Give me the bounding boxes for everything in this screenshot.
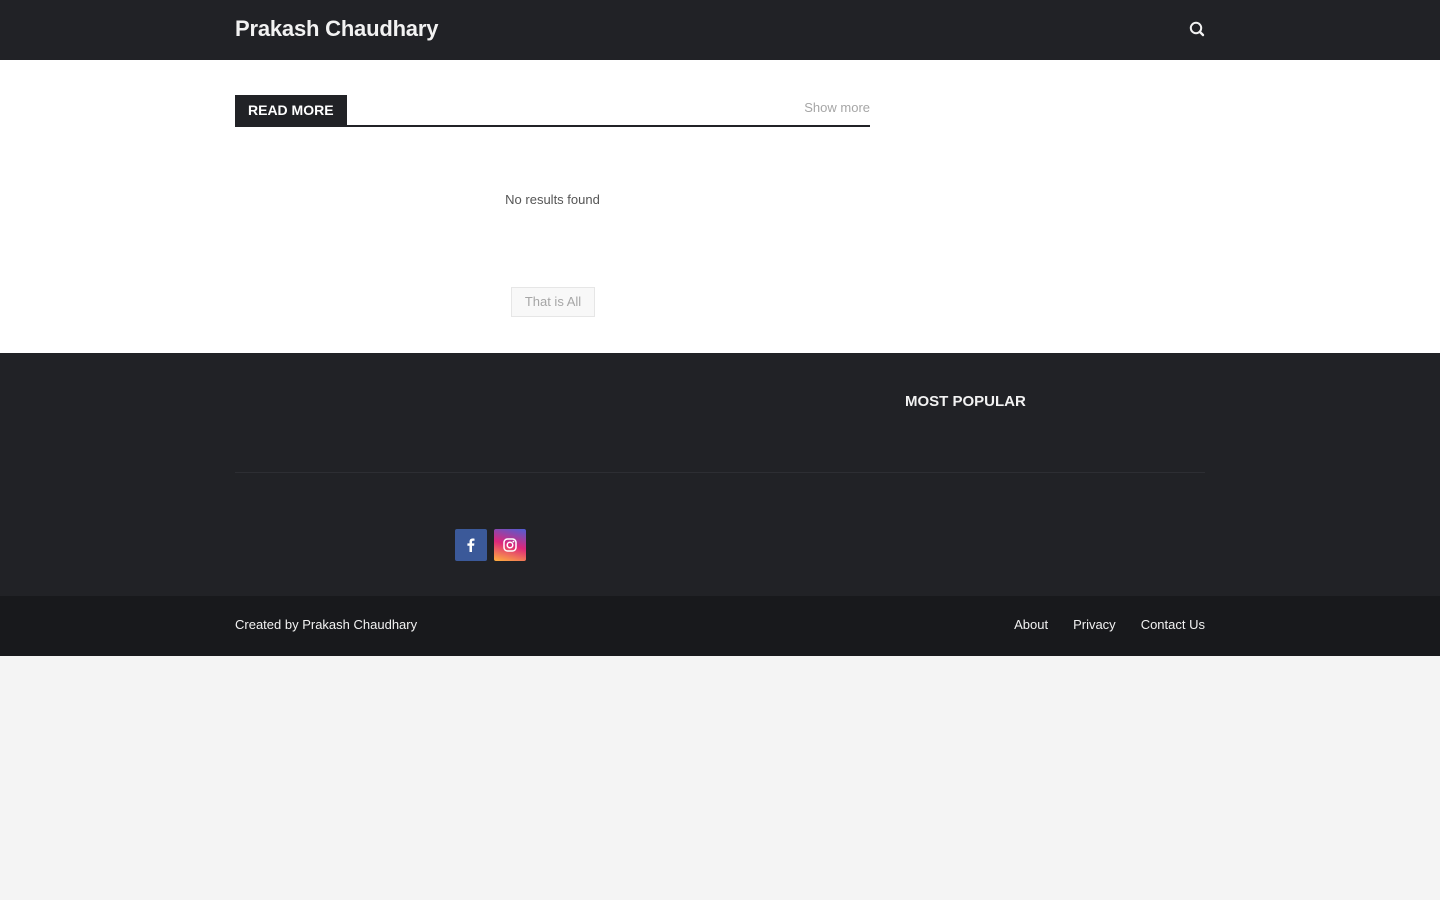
site-footer: MOST POPULAR [0,353,1440,596]
search-icon [1189,21,1205,37]
that-is-all-label: That is All [511,287,595,317]
copyright-text: Created by Prakash Chaudhary [235,617,417,632]
no-results-message: No results found [505,192,600,207]
section-header: READ MORE Show more [235,95,870,127]
instagram-button[interactable] [494,529,526,561]
main-content: READ MORE Show more No results found Tha… [0,60,1440,353]
footer-link-about[interactable]: About [1014,617,1048,632]
facebook-button[interactable] [455,529,487,561]
instagram-icon [503,538,517,552]
footer-menu: About Privacy Contact Us [1014,617,1205,632]
section-title: READ MORE [235,95,347,127]
footer-link-contact[interactable]: Contact Us [1141,617,1205,632]
footer-link-privacy[interactable]: Privacy [1073,617,1116,632]
site-title[interactable]: Prakash Chaudhary [235,15,438,43]
search-button[interactable] [1186,18,1208,40]
footer-divider [235,472,1205,473]
show-more-link[interactable]: Show more [804,100,870,115]
created-by-prefix: Created by [235,617,303,632]
site-header: Prakash Chaudhary [0,0,1440,60]
facebook-icon [467,538,475,552]
most-popular-title: MOST POPULAR [905,393,1026,410]
author-link[interactable]: Prakash Chaudhary [302,617,417,632]
bottom-bar: Created by Prakash Chaudhary About Priva… [0,596,1440,656]
